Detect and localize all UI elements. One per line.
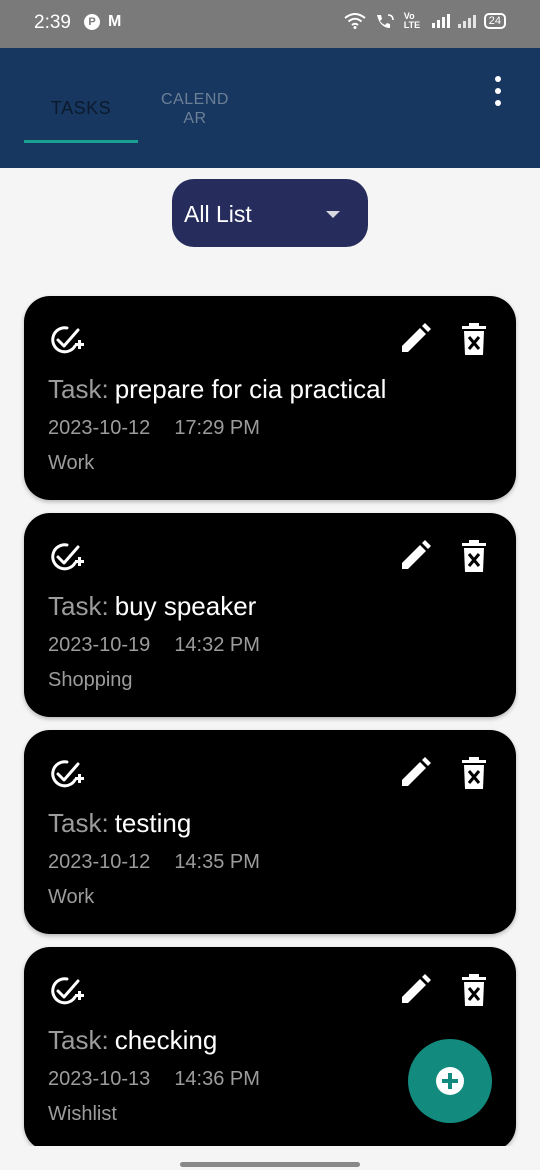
task-name: testing bbox=[114, 808, 192, 838]
mark-complete-icon[interactable] bbox=[48, 324, 86, 356]
task-card[interactable]: Task: buy speaker 2023-10-19 14:32 PM Shop… bbox=[24, 513, 516, 717]
add-task-button[interactable] bbox=[408, 1039, 492, 1123]
edit-icon[interactable] bbox=[398, 539, 432, 573]
tab-indicator bbox=[24, 140, 138, 143]
task-time: 14:36 PM bbox=[174, 1068, 260, 1090]
task-title: Task: checking bbox=[48, 1025, 217, 1056]
edit-icon[interactable] bbox=[398, 322, 432, 356]
task-date: 2023-10-12 bbox=[48, 417, 151, 439]
task-datetime: 2023-10-13 14:36 PM bbox=[48, 1068, 260, 1091]
signal-icon bbox=[431, 14, 450, 28]
task-name: checking bbox=[114, 1025, 218, 1055]
task-prefix: Task: bbox=[48, 374, 109, 404]
delete-icon[interactable] bbox=[460, 322, 488, 356]
mark-complete-icon[interactable] bbox=[48, 758, 86, 790]
delete-icon[interactable] bbox=[460, 973, 488, 1007]
task-time: 14:32 PM bbox=[174, 634, 260, 656]
task-card[interactable]: Task: prepare for cia practical 2023-10-1… bbox=[24, 296, 516, 500]
mark-complete-icon[interactable] bbox=[48, 541, 86, 573]
task-title: Task: testing bbox=[48, 808, 191, 839]
app-bar: TASKS CALENDAR bbox=[0, 48, 540, 168]
task-date: 2023-10-13 bbox=[48, 1068, 151, 1090]
task-title: Task: buy speaker bbox=[48, 591, 256, 622]
task-date: 2023-10-12 bbox=[48, 851, 151, 873]
task-category: Work bbox=[48, 886, 95, 908]
task-date: 2023-10-19 bbox=[48, 634, 151, 656]
more-vert-icon[interactable] bbox=[488, 76, 508, 106]
task-category: Shopping bbox=[48, 669, 133, 691]
delete-icon[interactable] bbox=[460, 756, 488, 790]
status-bar: 2:39 P M Vo LTE 24 bbox=[0, 0, 540, 48]
task-name: buy speaker bbox=[114, 591, 257, 621]
home-indicator[interactable] bbox=[180, 1162, 360, 1167]
task-prefix: Task: bbox=[48, 1025, 109, 1055]
mark-complete-icon[interactable] bbox=[48, 975, 86, 1007]
task-time: 17:29 PM bbox=[174, 417, 260, 439]
task-prefix: Task: bbox=[48, 808, 109, 838]
task-category: Work bbox=[48, 452, 95, 474]
task-category: Wishlist bbox=[48, 1103, 117, 1125]
nav-bar bbox=[0, 1146, 540, 1170]
status-time: 2:39 bbox=[34, 12, 71, 33]
delete-icon[interactable] bbox=[460, 539, 488, 573]
list-filter-value: All List bbox=[184, 201, 252, 227]
task-prefix: Task: bbox=[48, 591, 109, 621]
task-time: 14:35 PM bbox=[174, 851, 260, 873]
task-title: Task: prepare for cia practical bbox=[48, 374, 386, 405]
tab-tasks[interactable]: TASKS bbox=[24, 98, 138, 119]
network-label: Vo LTE bbox=[403, 11, 421, 30]
add-circle-icon bbox=[436, 1067, 464, 1095]
wifi-icon bbox=[344, 13, 366, 29]
task-card[interactable]: Task: testing 2023-10-12 14:35 PM Work bbox=[24, 730, 516, 934]
m-badge-icon: M bbox=[108, 13, 122, 30]
battery-icon: 24 bbox=[483, 13, 506, 29]
edit-icon[interactable] bbox=[398, 973, 432, 1007]
dropdown-arrow-icon bbox=[326, 211, 340, 218]
wifi-calling-icon bbox=[376, 14, 394, 28]
tab-calendar[interactable]: CALENDAR bbox=[156, 90, 234, 128]
signal-icon bbox=[457, 14, 476, 28]
task-datetime: 2023-10-12 14:35 PM bbox=[48, 851, 260, 874]
task-datetime: 2023-10-19 14:32 PM bbox=[48, 634, 260, 657]
task-name: prepare for cia practical bbox=[114, 374, 387, 404]
edit-icon[interactable] bbox=[398, 756, 432, 790]
p-badge-icon: P bbox=[84, 14, 100, 30]
task-datetime: 2023-10-12 17:29 PM bbox=[48, 417, 260, 440]
list-filter-dropdown[interactable]: All List bbox=[172, 179, 368, 247]
